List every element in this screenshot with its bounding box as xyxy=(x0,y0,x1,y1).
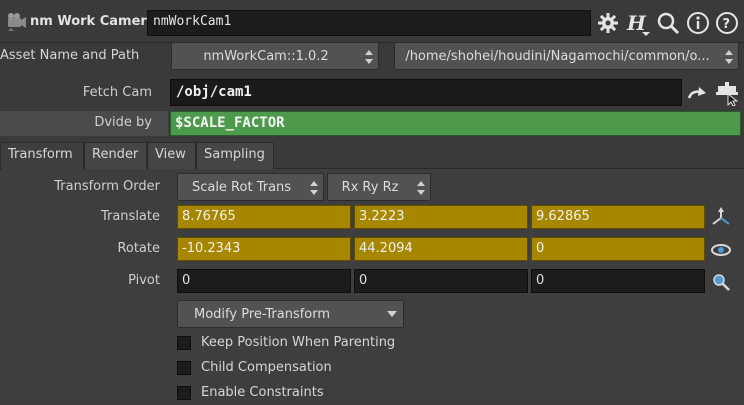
node-chooser-icon[interactable] xyxy=(714,80,740,106)
pivot-y-field[interactable]: 0 xyxy=(354,269,528,293)
pivot-handle-icon[interactable] xyxy=(710,272,732,292)
node-name-field[interactable]: nmWorkCam1 xyxy=(147,10,591,36)
child-compensation-checkbox[interactable] xyxy=(177,361,191,375)
pivot-z-field[interactable]: 0 xyxy=(531,269,705,293)
tab-render[interactable]: Render xyxy=(84,142,147,169)
translate-z-field[interactable]: 9.62865 xyxy=(531,205,705,229)
svg-text:?: ? xyxy=(723,17,731,32)
child-compensation-label: Child Compensation xyxy=(201,360,332,375)
translate-y-field[interactable]: 3.2223 xyxy=(354,205,528,229)
houdini-help-icon[interactable]: H xyxy=(625,10,651,36)
up-down-arrows-icon xyxy=(310,181,318,195)
modify-pre-transform-label: Modify Pre-Transform xyxy=(194,307,331,322)
dvide-by-label: Dvide by xyxy=(94,115,152,130)
asset-name-value: nmWorkCam::1.0.2 xyxy=(203,49,329,64)
svg-text:H: H xyxy=(626,11,647,35)
asset-name-path-label: Asset Name and Path xyxy=(0,48,140,63)
tab-view[interactable]: View xyxy=(147,142,196,169)
transform-order-label: Transform Order xyxy=(54,179,160,194)
transform-order-value: Scale Rot Trans xyxy=(191,180,292,195)
translate-label: Translate xyxy=(100,209,160,224)
pivot-label: Pivot xyxy=(128,273,160,288)
rotate-x-field[interactable]: -10.2343 xyxy=(177,237,351,261)
rotate-label: Rotate xyxy=(117,241,160,256)
dvide-by-field[interactable]: $SCALE_FACTOR xyxy=(170,111,741,136)
keep-position-checkbox[interactable] xyxy=(177,336,191,350)
keep-position-label: Keep Position When Parenting xyxy=(201,335,396,350)
node-type-label: nm Work Camera xyxy=(30,14,156,29)
up-down-arrows-icon xyxy=(365,50,373,64)
help-icon[interactable]: ? xyxy=(714,10,740,36)
rotate-order-value: Rx Ry Rz xyxy=(341,180,399,195)
up-down-arrows-icon xyxy=(417,181,425,195)
modify-pre-transform-menu[interactable]: Modify Pre-Transform xyxy=(177,300,404,328)
jump-to-operator-icon[interactable] xyxy=(686,84,708,104)
fetch-cam-field[interactable]: /obj/cam1 xyxy=(170,79,682,106)
node-type-icon[interactable] xyxy=(5,10,27,32)
search-icon[interactable] xyxy=(655,10,681,36)
chevron-down-icon xyxy=(387,311,397,317)
enable-constraints-label: Enable Constraints xyxy=(201,385,324,400)
info-icon[interactable] xyxy=(685,10,711,36)
translate-x-field[interactable]: 8.76765 xyxy=(177,205,351,229)
enable-constraints-checkbox[interactable] xyxy=(177,386,191,400)
rotate-y-field[interactable]: 44.2094 xyxy=(354,237,528,261)
pivot-x-field[interactable]: 0 xyxy=(177,269,351,293)
translate-handle-icon[interactable] xyxy=(710,207,732,227)
gear-icon[interactable] xyxy=(595,10,621,36)
tab-transform[interactable]: Transform xyxy=(0,142,84,170)
asset-path-dropdown[interactable]: /home/shohei/houdini/Nagamochi/common/o.… xyxy=(394,42,739,70)
asset-path-value: /home/shohei/houdini/Nagamochi/common/o.… xyxy=(405,49,710,64)
rotate-z-field[interactable]: 0 xyxy=(531,237,705,261)
up-down-arrows-icon xyxy=(725,50,733,64)
rotate-handle-icon[interactable] xyxy=(710,240,732,260)
asset-name-dropdown[interactable]: nmWorkCam::1.0.2 xyxy=(171,42,379,70)
fetch-cam-label: Fetch Cam xyxy=(82,85,152,100)
transform-order-dropdown[interactable]: Scale Rot Trans xyxy=(177,173,324,201)
rotate-order-dropdown[interactable]: Rx Ry Rz xyxy=(327,173,431,201)
tab-sampling[interactable]: Sampling xyxy=(196,142,274,169)
